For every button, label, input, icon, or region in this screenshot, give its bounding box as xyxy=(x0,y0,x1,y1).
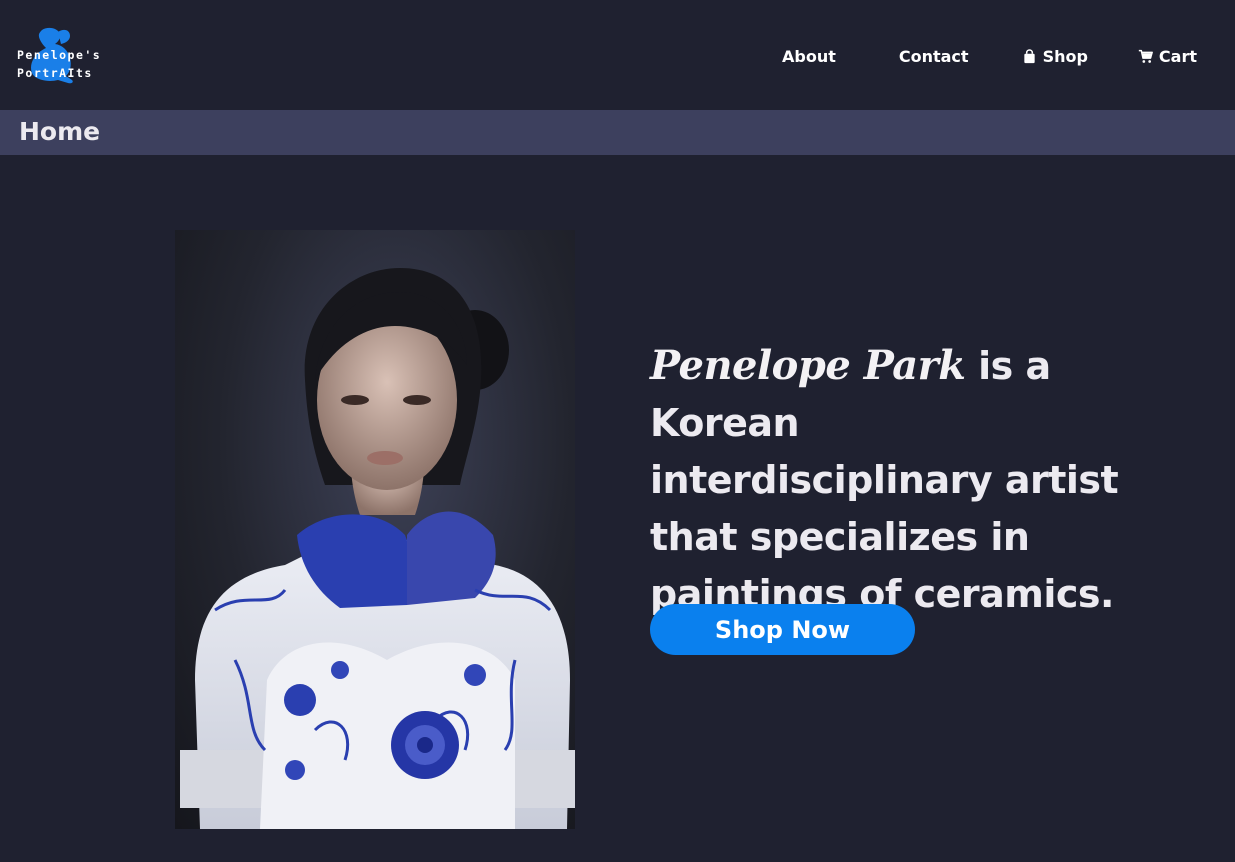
nav-label-contact: Contact xyxy=(898,46,969,66)
nav-link-cart[interactable]: Cart xyxy=(1138,47,1197,66)
breadcrumb: Home xyxy=(0,110,1235,155)
site-logo[interactable]: Penelope's PortrAIts xyxy=(14,26,114,86)
hero-description: Penelope Park is a Korean interdisciplin… xyxy=(650,337,1120,623)
page-title: Home xyxy=(19,117,101,146)
nav-label-about: About xyxy=(781,46,836,66)
nav-label-shop: Shop xyxy=(1042,46,1088,66)
logo-wordmark: Penelope's PortrAIts xyxy=(17,46,101,82)
nav-link-contact[interactable]: Contact xyxy=(899,47,969,66)
logo-line-1: Penelope's xyxy=(17,48,102,62)
nav-label-cart: Cart xyxy=(1158,46,1197,66)
artist-name: Penelope Park xyxy=(650,342,966,389)
logo-line-2: PortrAIts xyxy=(17,66,93,80)
portrait-image xyxy=(175,230,575,829)
hero-intro: Penelope Park is a Korean interdisciplin… xyxy=(650,337,1120,623)
shop-now-button[interactable]: Shop Now xyxy=(650,604,915,655)
shopping-bag-icon xyxy=(1023,48,1035,63)
shopping-cart-icon xyxy=(1138,49,1153,63)
shop-now-label: Shop Now xyxy=(714,615,851,644)
main-nav: About Contact Shop Cart xyxy=(782,44,1197,68)
nav-link-shop[interactable]: Shop xyxy=(1022,47,1088,66)
nav-link-about[interactable]: About xyxy=(782,47,836,66)
porcelain-portrait-illustration xyxy=(180,268,575,829)
top-navigation-bar: Penelope's PortrAIts About Contact Shop … xyxy=(0,0,1235,110)
